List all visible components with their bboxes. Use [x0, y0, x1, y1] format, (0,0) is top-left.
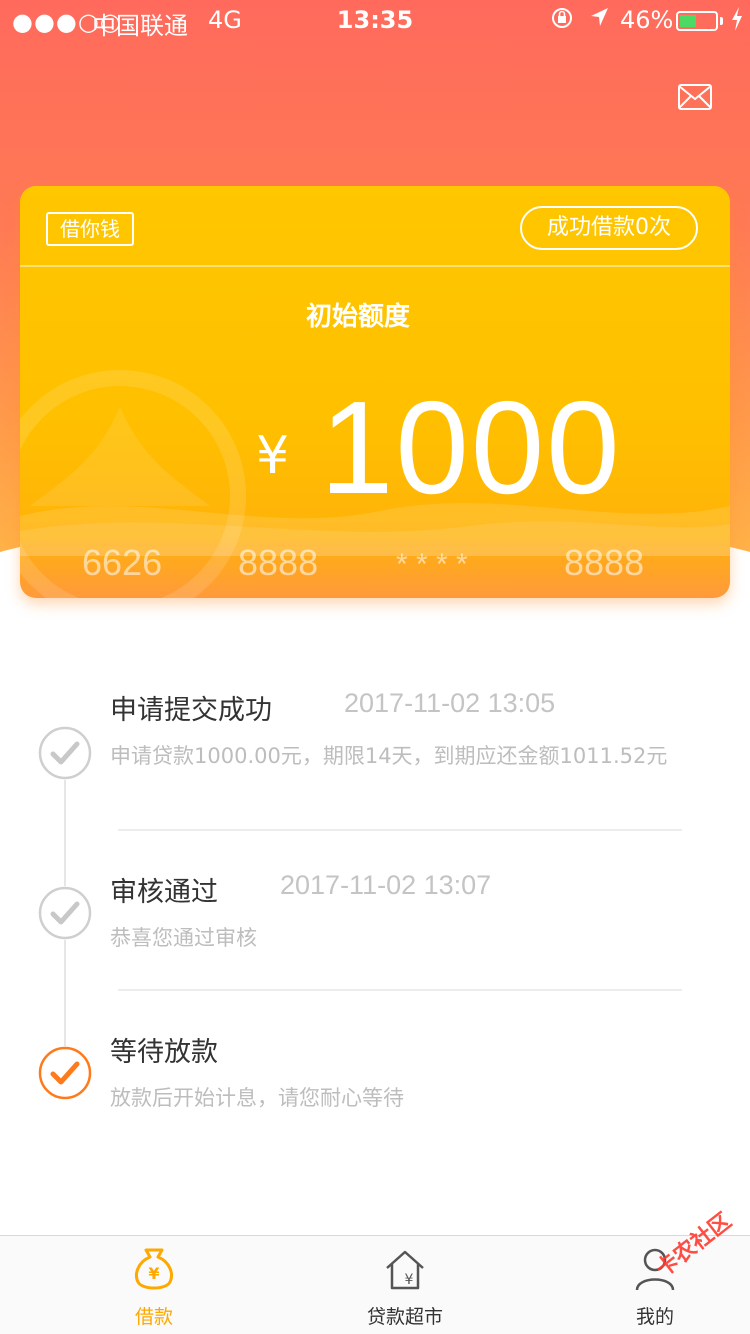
step-3-title: 等待放款 — [110, 1037, 218, 1068]
step-1-desc: 申请贷款1000.00元，期限14天，到期应还金额1011.52元 — [110, 744, 668, 768]
step-2-check-icon — [38, 886, 92, 940]
card-number-group-3: * * * * — [396, 548, 468, 581]
credit-card: 借你钱 成功借款0次 初始额度 ¥ 1000 6626 8888 * * * *… — [20, 186, 730, 598]
tab-loan-label: 借款 — [134, 1306, 173, 1328]
step-3-check-icon — [38, 1046, 92, 1100]
step-divider — [118, 829, 682, 831]
currency-symbol: ¥ — [256, 426, 290, 486]
battery-tip — [720, 17, 723, 25]
money-bag-icon: ¥ — [135, 1248, 173, 1290]
step-divider — [118, 989, 682, 991]
battery-fill — [680, 15, 696, 27]
house-yen-icon: ¥ — [386, 1250, 424, 1290]
step-1-check-icon — [38, 726, 92, 780]
card-number-group-4: 8888 — [564, 542, 645, 583]
step-3-desc: 放款后开始计息，请您耐心等待 — [110, 1086, 404, 1110]
step-2-desc: 恭喜您通过审核 — [110, 926, 257, 950]
success-count-badge: 成功借款0次 — [520, 206, 698, 250]
mail-icon[interactable] — [678, 84, 712, 110]
tab-bar: ¥ 借款 ¥ 贷款超市 我的 — [0, 1235, 750, 1334]
step-1-title: 申请提交成功 — [110, 695, 272, 726]
battery-icon — [676, 11, 718, 31]
svg-text:¥: ¥ — [405, 1272, 414, 1288]
limit-amount: 1000 — [320, 374, 622, 521]
brand-tag: 借你钱 — [46, 212, 134, 246]
app-screen: ●●●○○ 中国联通 4G 13:35 46% 借你钱 成功借款0次 初始额度 … — [0, 0, 750, 1334]
card-number-group-1: 6626 — [82, 542, 163, 583]
step-1-time: 2017-11-02 13:05 — [344, 688, 556, 718]
rotation-lock-icon — [550, 6, 574, 36]
step-2-time: 2017-11-02 13:07 — [280, 870, 492, 900]
card-divider — [20, 265, 730, 267]
card-number-group-2: 8888 — [238, 542, 319, 583]
step-2-title: 审核通过 — [110, 877, 218, 908]
tab-loan-market[interactable]: ¥ 贷款超市 — [330, 1236, 480, 1334]
tab-loan[interactable]: ¥ 借款 — [79, 1236, 229, 1334]
svg-text:¥: ¥ — [148, 1264, 159, 1283]
tab-mine-label: 我的 — [635, 1306, 674, 1328]
location-arrow-icon — [588, 5, 610, 35]
limit-label: 初始额度 — [305, 302, 410, 332]
status-bar: ●●●○○ 中国联通 4G 13:35 46% — [0, 0, 750, 40]
battery-percent: 46% — [620, 6, 674, 34]
tab-loan-market-label: 贷款超市 — [366, 1306, 443, 1328]
charging-bolt-icon — [730, 6, 744, 38]
